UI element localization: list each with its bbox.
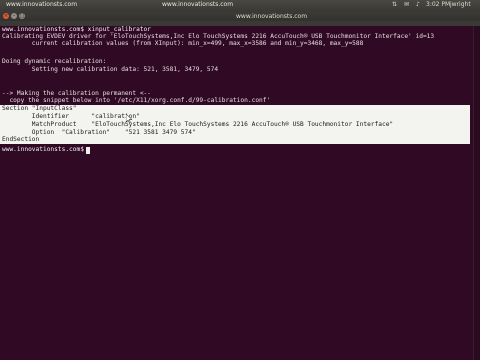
maximize-icon[interactable]: □ (19, 13, 25, 19)
terminal-line: current calibration values (from XInput)… (2, 40, 364, 47)
terminal-line: Setting new calibration data: 521, 3581,… (2, 66, 219, 73)
text-cursor (86, 147, 90, 154)
selected-line: EndSection (2, 136, 40, 143)
selected-line: Identifier "calibration" (2, 113, 140, 120)
terminal-scrollbar[interactable] (473, 26, 480, 360)
network-icon[interactable]: ⇅ (392, 1, 397, 8)
mail-icon[interactable]: ✉ (404, 1, 409, 8)
panel-app-label: www.innovationsts.com (6, 1, 78, 8)
user-menu[interactable]: jwright (450, 1, 471, 8)
top-panel: www.innovationsts.com www.innovationsts.… (0, 0, 480, 11)
terminal-output[interactable]: www.innovationsts.com$ xinput_calibrator… (0, 26, 480, 360)
terminal-prompt: www.innovationsts.com$ (2, 146, 84, 153)
window-title: www.innovationsts.com (236, 13, 308, 20)
mouse-pointer-icon (126, 114, 132, 123)
selected-line: Section "InputClass" (2, 105, 77, 112)
terminal-line: copy the snippet below into '/etc/X11/xo… (2, 97, 271, 104)
window-titlebar[interactable]: × – □ www.innovationsts.com (0, 11, 480, 21)
minimize-icon[interactable]: – (11, 13, 17, 19)
panel-center-label: www.innovationsts.com (162, 1, 234, 8)
close-icon[interactable]: × (3, 13, 9, 19)
volume-icon[interactable]: ♪ (416, 1, 420, 8)
terminal-line: Doing dynamic recalibration: (2, 58, 107, 65)
selected-text-block[interactable]: Section "InputClass" Identifier "calibra… (0, 105, 470, 144)
clock[interactable]: 3:02 PM (426, 1, 450, 8)
selected-line: MatchProduct "EloTouchSystems,Inc Elo To… (2, 121, 394, 128)
